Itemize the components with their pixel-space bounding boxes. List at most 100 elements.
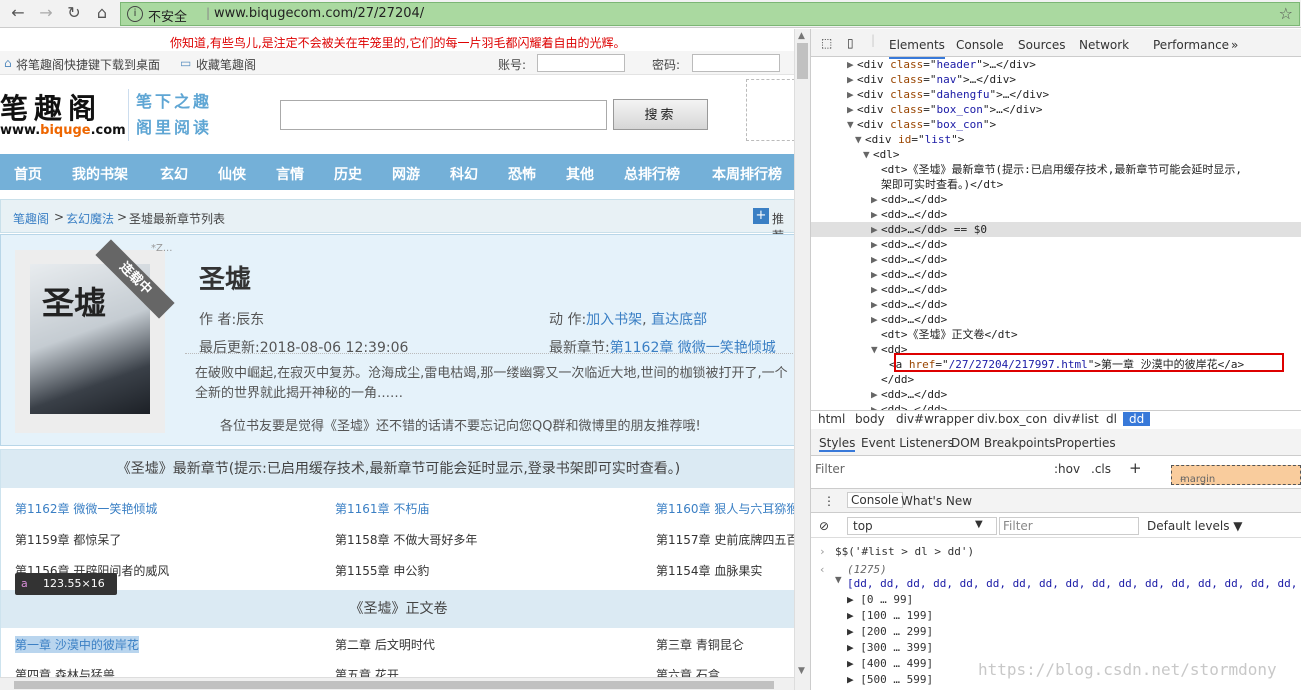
url-text[interactable]: www.biqugecom.com/27/27204/ bbox=[214, 6, 424, 21]
nav-item[interactable]: 我的书架 bbox=[72, 164, 128, 184]
more-tabs-icon[interactable]: » bbox=[1231, 38, 1238, 52]
expand-toggle-icon[interactable]: ▶ bbox=[871, 192, 881, 207]
site-logo[interactable]: 笔趣阁 bbox=[0, 87, 102, 127]
dom-node-row[interactable]: ▶ <dd>…</dd> bbox=[811, 192, 1301, 207]
chapter-link[interactable]: 第1160章 狠人与六耳猕猴 bbox=[656, 500, 795, 517]
dom-node-row[interactable]: ▶ <dd>…</dd> bbox=[811, 267, 1301, 282]
dom-node-row[interactable]: ▶ <div class="dahengfu">…</div> bbox=[811, 87, 1301, 102]
dom-crumb[interactable]: div#list bbox=[1053, 412, 1099, 426]
chapter-link[interactable]: 第1157章 史前底牌四五百 bbox=[656, 531, 795, 548]
expand-toggle-icon[interactable]: ▶ bbox=[847, 72, 857, 87]
expand-toggle-icon[interactable]: ▶ bbox=[871, 282, 881, 297]
dom-node-row[interactable]: ▼ <dl> bbox=[811, 147, 1301, 162]
chapter-link[interactable]: 第1162章 微微一笑艳倾城 bbox=[15, 500, 157, 517]
chapter-link[interactable]: 第1154章 血脉果实 bbox=[656, 562, 762, 579]
nav-item[interactable]: 网游 bbox=[392, 164, 420, 184]
chapter-link[interactable]: 第1158章 不做大哥好多年 bbox=[335, 531, 477, 548]
chapter-link[interactable]: 第二章 后文明时代 bbox=[335, 636, 435, 653]
dom-node-row[interactable]: ▶ <div class="header">…</div> bbox=[811, 57, 1301, 72]
nav-item[interactable]: 本周排行榜 bbox=[712, 164, 782, 184]
expand-toggle-icon[interactable]: ▼ bbox=[847, 117, 857, 132]
chapter-link[interactable]: 第1161章 不朽庙 bbox=[335, 500, 429, 517]
dom-crumb[interactable]: html bbox=[818, 412, 845, 426]
dom-node-row[interactable]: </dd> bbox=[811, 372, 1301, 387]
tab-dom-breakpoints[interactable]: DOM Breakpoints bbox=[951, 436, 1055, 450]
chapter-link[interactable]: 第三章 青铜昆仑 bbox=[656, 636, 744, 653]
tab-console[interactable]: Console bbox=[956, 38, 1004, 52]
search-button[interactable]: 搜索 bbox=[613, 99, 708, 130]
search-input[interactable] bbox=[280, 100, 607, 130]
levels-select[interactable]: Default levels ▼ bbox=[1147, 519, 1243, 533]
cls-toggle[interactable]: .cls bbox=[1091, 462, 1111, 476]
nav-item[interactable]: 仙侠 bbox=[218, 164, 246, 184]
expand-toggle-icon[interactable]: ▶ bbox=[871, 222, 881, 237]
nav-item[interactable]: 玄幻 bbox=[160, 164, 188, 184]
clear-console-icon[interactable]: ⊘ bbox=[819, 519, 829, 533]
expand-toggle-icon[interactable]: ▶ bbox=[847, 102, 857, 117]
hov-toggle[interactable]: :hov bbox=[1054, 462, 1080, 476]
expand-toggle-icon[interactable]: ▶ bbox=[847, 57, 857, 72]
tab-event-listeners[interactable]: Event Listeners bbox=[861, 436, 954, 450]
add-shelf-link[interactable]: 加入书架 bbox=[586, 312, 642, 328]
info-icon[interactable]: i bbox=[127, 6, 143, 22]
nav-item[interactable]: 言情 bbox=[276, 164, 304, 184]
dom-node-row[interactable]: ▶ <dd>…</dd> bbox=[811, 402, 1301, 410]
dom-node-row[interactable]: ▶ <dd>…</dd> bbox=[811, 387, 1301, 402]
dom-node-row[interactable]: ▼ <div id="list"> bbox=[811, 132, 1301, 147]
reload-icon[interactable]: ↻ bbox=[64, 3, 84, 23]
bottom-link[interactable]: 直达底部 bbox=[651, 312, 707, 328]
tab-whats-new[interactable]: What's New bbox=[901, 494, 972, 508]
nav-item[interactable]: 首页 bbox=[14, 164, 42, 184]
dom-node-row[interactable]: ▶ <dd>…</dd> bbox=[811, 237, 1301, 252]
tab-properties[interactable]: Properties bbox=[1055, 436, 1116, 450]
crumb-home[interactable]: 笔趣阁 bbox=[13, 210, 49, 227]
scroll-down-icon[interactable]: ▼ bbox=[798, 666, 805, 676]
expand-toggle-icon[interactable]: ▶ bbox=[871, 252, 881, 267]
dom-node-row[interactable]: ▶ <dd>…</dd> == $0 bbox=[811, 222, 1301, 237]
page-scrollbar[interactable]: ▲ ▼ bbox=[794, 29, 810, 690]
nav-item[interactable]: 历史 bbox=[334, 164, 362, 184]
shortcut-link[interactable]: 将笔趣阁快捷键下载到桌面 bbox=[16, 56, 160, 73]
dom-crumb-current[interactable]: dd bbox=[1123, 412, 1151, 426]
array-group[interactable]: ▶ [100 … 199] bbox=[847, 609, 933, 622]
home-icon[interactable]: ⌂ bbox=[92, 3, 112, 23]
account-input[interactable] bbox=[537, 54, 625, 72]
nav-item[interactable]: 其他 bbox=[566, 164, 594, 184]
array-group[interactable]: ▶ [500 … 599] bbox=[847, 673, 933, 686]
drawer-menu-icon[interactable]: ⋮ bbox=[823, 494, 835, 508]
expand-toggle-icon[interactable]: ▶ bbox=[871, 312, 881, 327]
expand-toggle-icon[interactable]: ▶ bbox=[871, 297, 881, 312]
dom-crumb[interactable]: div.box_con bbox=[977, 412, 1047, 426]
styles-filter-input[interactable]: Filter bbox=[815, 462, 845, 476]
dom-node-row[interactable]: ▼ <div class="box_con"> bbox=[811, 117, 1301, 132]
dom-crumb[interactable]: dl bbox=[1106, 412, 1117, 426]
nav-item[interactable]: 科幻 bbox=[450, 164, 478, 184]
scroll-thumb[interactable] bbox=[797, 43, 808, 79]
inspect-icon[interactable]: ⬚ bbox=[821, 36, 832, 50]
bookmark-link[interactable]: 收藏笔趣阁 bbox=[196, 56, 256, 73]
expand-toggle-icon[interactable]: ▶ bbox=[847, 87, 857, 102]
nav-item[interactable]: 总排行榜 bbox=[624, 164, 680, 184]
dom-node-row[interactable]: ▶ <dd>…</dd> bbox=[811, 252, 1301, 267]
address-bar[interactable]: i 不安全 | www.biqugecom.com/27/27204/ ☆ bbox=[120, 2, 1300, 26]
dom-node-row[interactable]: ▶ <dd>…</dd> bbox=[811, 207, 1301, 222]
array-group[interactable]: ▶ [0 … 99] bbox=[847, 593, 913, 606]
expand-toggle-icon[interactable]: ▶ bbox=[871, 207, 881, 222]
expand-toggle-icon[interactable]: ▶ bbox=[871, 387, 881, 402]
recommend-icon[interactable]: + bbox=[753, 208, 769, 224]
expand-toggle-icon[interactable]: ▶ bbox=[871, 237, 881, 252]
tab-network[interactable]: Network bbox=[1079, 38, 1129, 52]
dom-crumb[interactable]: div#wrapper bbox=[896, 412, 974, 426]
tab-console-drawer[interactable]: Console bbox=[847, 492, 903, 508]
chapter-link[interactable]: 第1159章 都惊呆了 bbox=[15, 531, 121, 548]
dom-node-row[interactable]: ▶ <dd>…</dd> bbox=[811, 297, 1301, 312]
dom-node-row[interactable]: ▶ <dd>…</dd> bbox=[811, 282, 1301, 297]
password-input[interactable] bbox=[692, 54, 780, 72]
expand-toggle-icon[interactable]: ▼ bbox=[855, 132, 865, 147]
dom-node-row[interactable]: ▶ <dd>…</dd> bbox=[811, 312, 1301, 327]
chapter-link[interactable]: 第一章 沙漠中的彼岸花 bbox=[15, 636, 139, 653]
dom-crumb[interactable]: body bbox=[855, 412, 885, 426]
expand-icon[interactable]: ▼ bbox=[835, 573, 842, 586]
tab-styles[interactable]: Styles bbox=[819, 436, 856, 452]
tab-performance[interactable]: Performance bbox=[1153, 38, 1229, 52]
